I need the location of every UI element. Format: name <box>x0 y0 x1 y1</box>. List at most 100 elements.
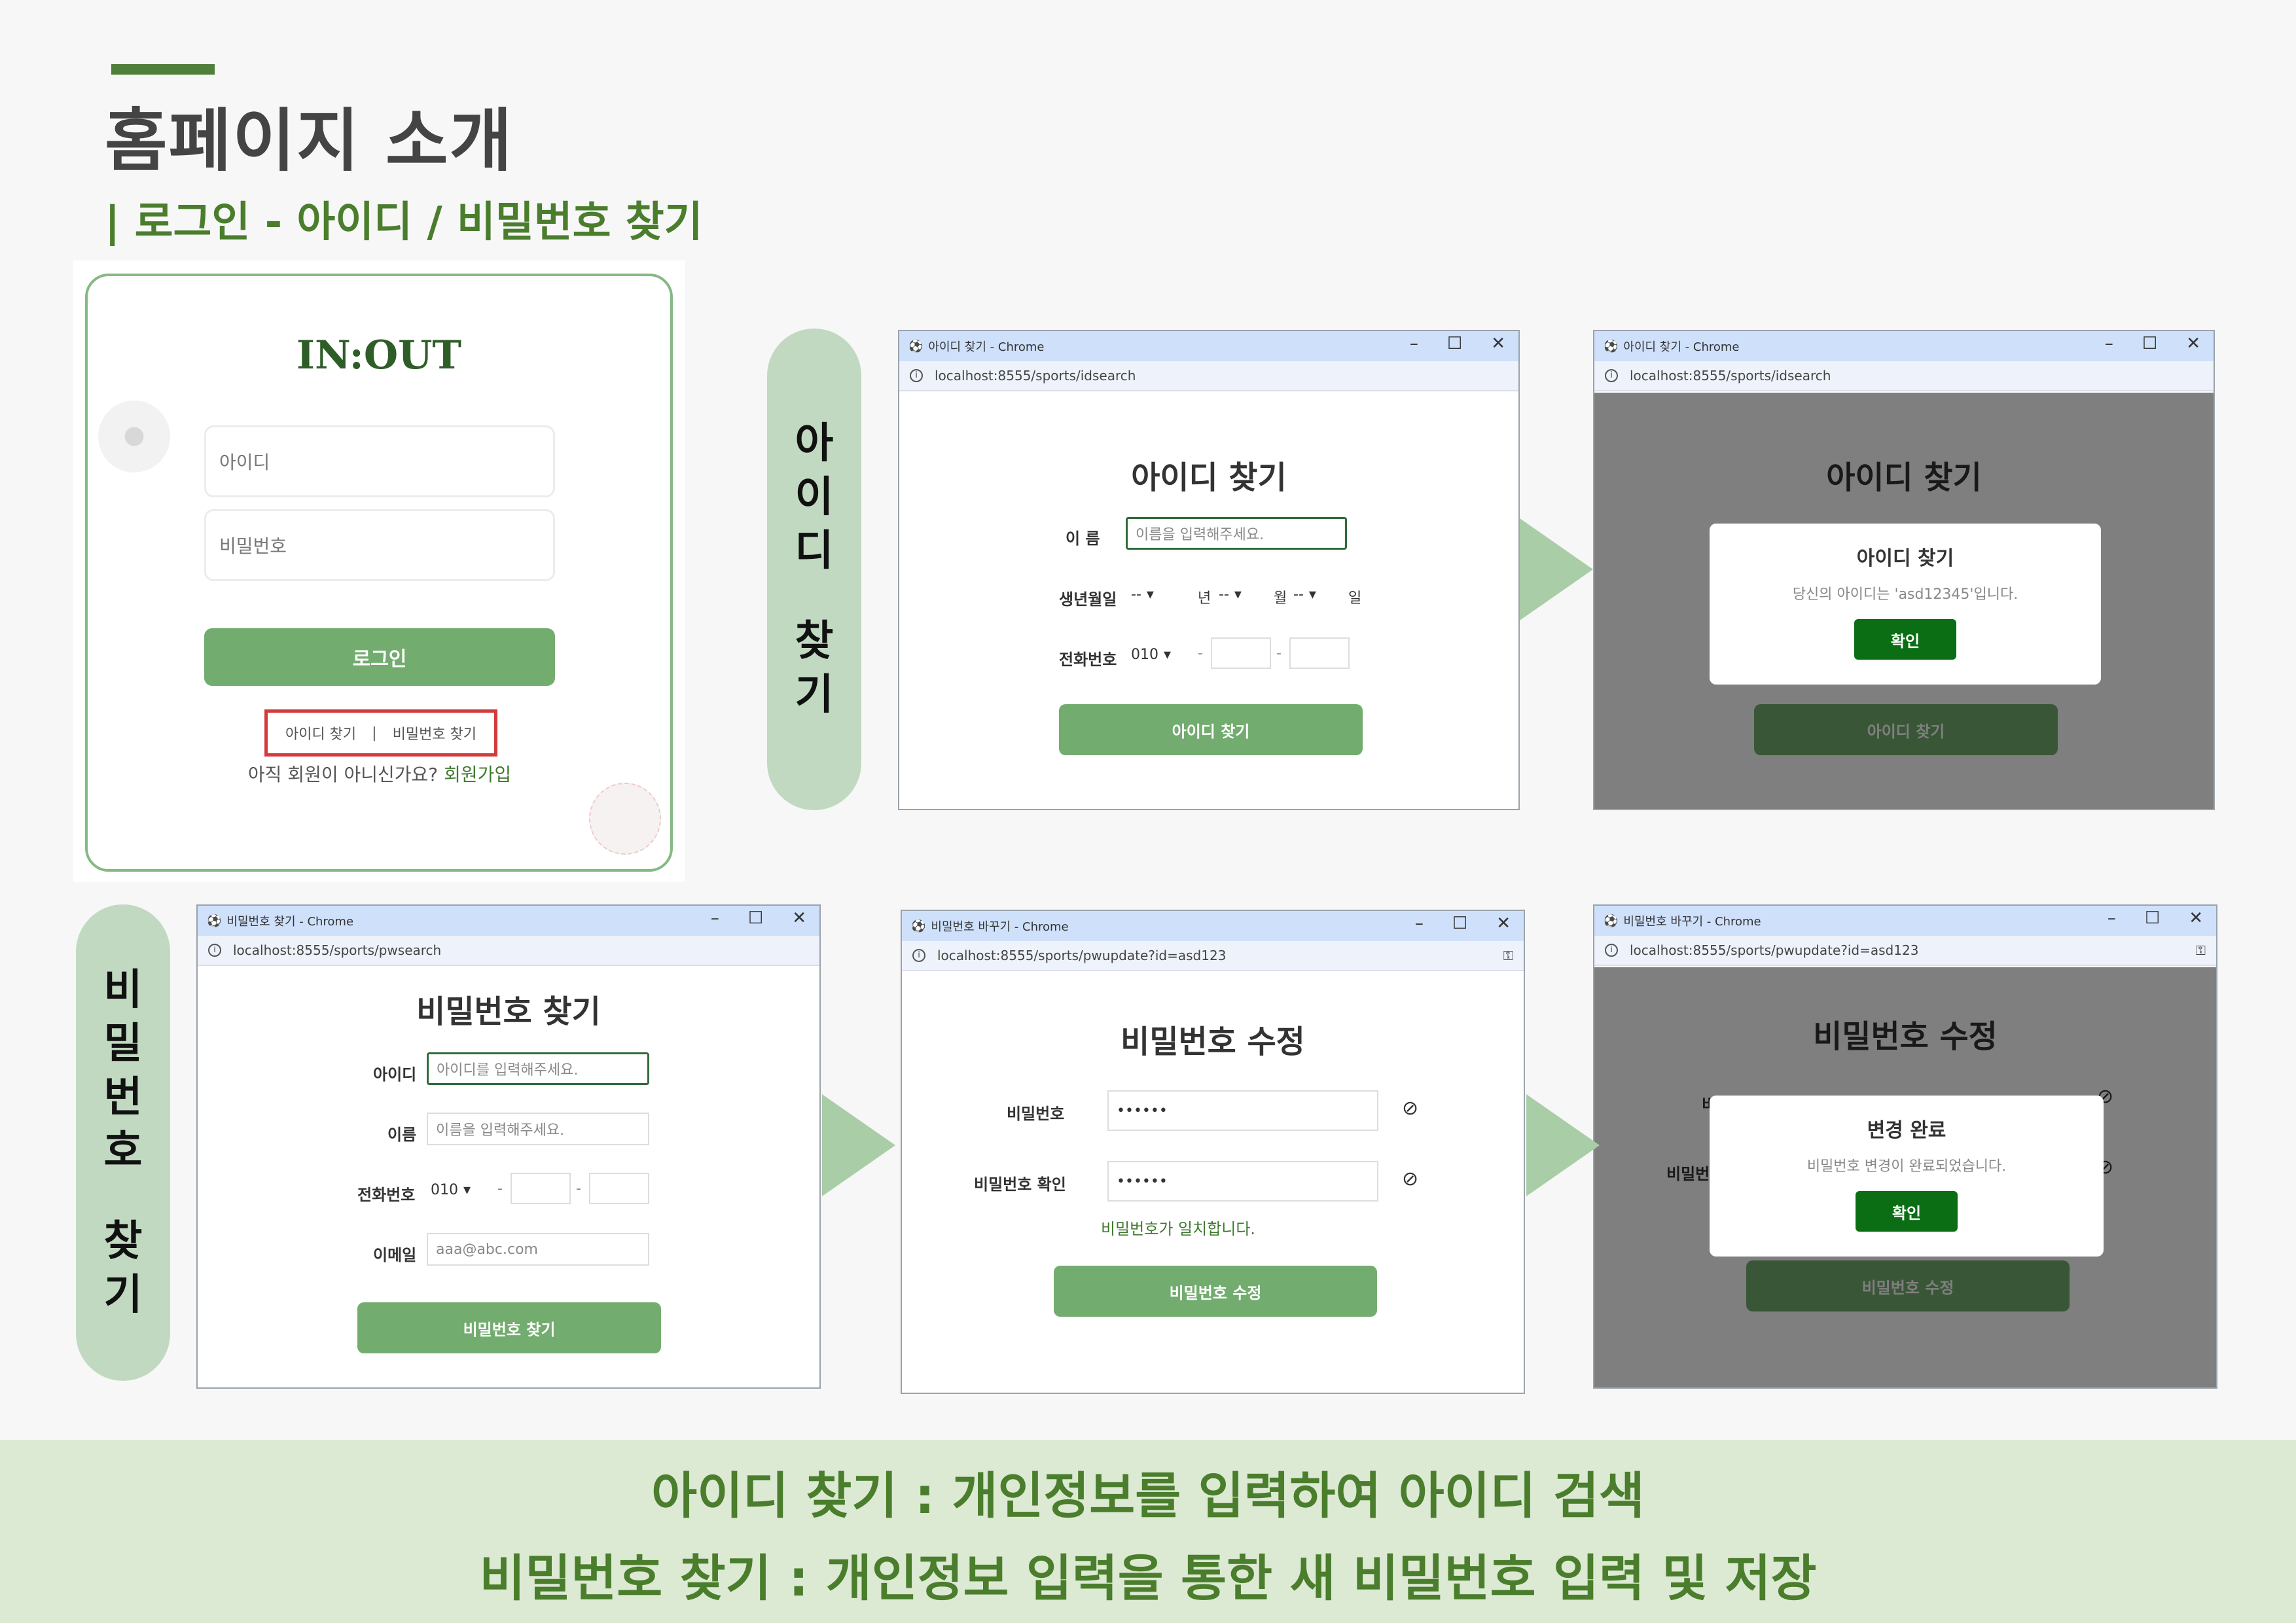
window-titlebar: ⚽ 아이디 찾기 - Chrome – ☐ ✕ <box>1594 331 2214 361</box>
confirm-button[interactable]: 확인 <box>1854 619 1956 660</box>
window-find-id-form: ⚽ 아이디 찾기 - Chrome – ☐ ✕ i localhost:8555/spo… <box>898 330 1520 810</box>
address-bar[interactable]: i localhost:8555/sports/pwupdate?id=asd12… <box>1594 936 2216 966</box>
maximize-icon[interactable]: ☐ <box>2142 334 2157 353</box>
confirm-button[interactable]: 확인 <box>1856 1191 1958 1232</box>
address-bar[interactable]: i localhost:8555/sports/idsearch <box>1594 361 2214 391</box>
pill-char: 기 <box>795 671 834 719</box>
find-pw-link[interactable]: 비밀번호 찾기 <box>393 722 476 743</box>
phone-label: 전화번호 <box>357 1186 416 1204</box>
id-label: 아이디 <box>373 1065 417 1084</box>
find-pw-button[interactable]: 비밀번호 찾기 <box>357 1302 661 1353</box>
address-bar[interactable]: i localhost:8555/sports/idsearch <box>899 361 1518 391</box>
close-icon[interactable]: ✕ <box>2189 908 2203 928</box>
result-modal: 아이디 찾기 당신의 아이디는 'asd12345'입니다. 확인 <box>1710 524 2101 685</box>
flow-arrow-icon <box>1520 518 1593 620</box>
window-title: 비밀번호 바꾸기 - Chrome <box>931 920 1069 934</box>
window-title: 비밀번호 바꾸기 - Chrome <box>1623 915 1761 929</box>
minimize-icon[interactable]: – <box>711 908 719 928</box>
login-button[interactable]: 로그인 <box>204 628 555 686</box>
url-text: localhost:8555/sports/pwupdate?id=asd123 <box>937 948 1227 963</box>
window-body: 비밀번호 수정 비밀번호 •••••• ⊘ 비밀번호 확인 •••••• ⊘ 비… <box>902 972 1524 1393</box>
phone-separator: - <box>576 1181 581 1197</box>
minimize-icon[interactable]: – <box>2108 908 2116 928</box>
chrome-app-icon: ⚽ <box>911 919 926 933</box>
pill-char: 밀 <box>103 1020 143 1068</box>
password-input[interactable]: •••••• <box>1107 1090 1378 1131</box>
close-icon[interactable]: ✕ <box>1496 914 1511 933</box>
summary-line-find-id: 아이디 찾기 : 개인정보를 입력하여 아이디 검색 <box>651 1467 1645 1525</box>
link-separator: | <box>372 724 377 741</box>
phone-prefix-select[interactable]: 010 ▾ <box>431 1182 471 1198</box>
birth-day-select[interactable]: -- ▾ <box>1293 586 1316 603</box>
password-key-icon[interactable]: ⚿ <box>2196 942 2206 958</box>
phone-last-input[interactable] <box>1289 637 1350 669</box>
phone-middle-input[interactable] <box>1211 637 1271 669</box>
month-label: 월 <box>1274 590 1287 607</box>
phone-separator: - <box>1276 645 1282 662</box>
pill-char: 기 <box>103 1271 143 1319</box>
maximize-icon[interactable]: ☐ <box>748 908 763 928</box>
dropdown-arrow-icon: ▾ <box>1146 586 1154 603</box>
form-heading: 아이디 찾기 <box>1131 459 1287 496</box>
select-value: 010 <box>1131 647 1158 663</box>
close-icon[interactable]: ✕ <box>1491 334 1505 353</box>
maximize-icon[interactable]: ☐ <box>1447 334 1462 353</box>
minimize-icon[interactable]: – <box>2105 334 2113 353</box>
id-input[interactable]: 아이디를 입력해주세요. <box>427 1052 649 1085</box>
birth-month-select[interactable]: -- ▾ <box>1219 586 1242 603</box>
info-icon: i <box>208 944 221 957</box>
maximize-icon[interactable]: ☐ <box>1452 914 1467 933</box>
title-accent-bar <box>111 64 215 75</box>
close-icon[interactable]: ✕ <box>2186 334 2200 353</box>
minimize-icon[interactable]: – <box>1415 914 1424 933</box>
year-label: 년 <box>1198 590 1211 607</box>
chrome-app-icon: ⚽ <box>207 914 222 928</box>
minimize-icon[interactable]: – <box>1410 334 1418 353</box>
phone-separator: - <box>497 1181 503 1197</box>
hide-password-icon[interactable]: ⊘ <box>1402 1097 1418 1120</box>
url-text: localhost:8555/sports/pwsearch <box>233 942 442 958</box>
phone-separator: - <box>1198 645 1203 662</box>
name-label: 이름 <box>387 1126 417 1144</box>
window-find-pw-form: ⚽ 비밀번호 찾기 - Chrome – ☐ ✕ i localhost:8555/sp… <box>196 904 821 1389</box>
chrome-app-icon: ⚽ <box>1604 914 1619 928</box>
name-input[interactable]: 이름을 입력해주세요. <box>427 1113 649 1145</box>
select-value: -- <box>1131 586 1141 603</box>
hide-password-icon[interactable]: ⊘ <box>1402 1168 1418 1190</box>
password-input[interactable]: 비밀번호 <box>204 509 555 581</box>
phone-middle-input[interactable] <box>511 1173 571 1204</box>
change-pw-button[interactable]: 비밀번호 수정 <box>1054 1266 1377 1317</box>
birth-year-select[interactable]: -- ▾ <box>1131 586 1154 603</box>
address-bar[interactable]: i localhost:8555/sports/pwupdate?id=asd12… <box>902 941 1524 971</box>
modal-message: 당신의 아이디는 'asd12345'입니다. <box>1792 586 2018 603</box>
pill-char: 찾 <box>103 1217 143 1266</box>
summary-footer: 아이디 찾기 : 개인정보를 입력하여 아이디 검색 비밀번호 찾기 : 개인정… <box>0 1440 2296 1623</box>
pill-char: 번 <box>103 1073 143 1122</box>
phone-prefix-select[interactable]: 010 ▾ <box>1131 647 1171 663</box>
password-confirm-input[interactable]: •••••• <box>1107 1161 1378 1202</box>
name-label: 이 름 <box>1066 529 1100 548</box>
password-match-text: 비밀번호가 일치합니다. <box>1101 1220 1256 1238</box>
window-title: 비밀번호 찾기 - Chrome <box>226 915 354 929</box>
modal-title: 변경 완료 <box>1867 1119 1946 1142</box>
email-input[interactable]: aaa@abc.com <box>427 1233 649 1266</box>
url-text: localhost:8555/sports/idsearch <box>1630 368 1831 383</box>
flow-arrow-icon <box>822 1094 895 1196</box>
address-bar[interactable]: i localhost:8555/sports/pwsearch <box>198 936 819 966</box>
find-id-button[interactable]: 아이디 찾기 <box>1059 704 1363 755</box>
window-body: 아이디 찾기 아이디 찾기 아이디 찾기 당신의 아이디는 'asd12345'… <box>1594 393 2214 809</box>
find-id-link[interactable]: 아이디 찾기 <box>285 722 356 743</box>
modal-message: 비밀번호 변경이 완료되었습니다. <box>1806 1158 2007 1175</box>
window-body: 비밀번호 수정 비 비밀번 ⊘ ⊘ 비밀번호 수정 변경 완료 비밀번호 변경이… <box>1594 967 2216 1387</box>
dropdown-arrow-icon: ▾ <box>1234 586 1242 603</box>
password-key-icon[interactable]: ⚿ <box>1503 948 1513 963</box>
phone-last-input[interactable] <box>589 1173 649 1204</box>
name-input[interactable]: 이름을 입력해주세요. <box>1126 517 1347 550</box>
signup-link[interactable]: 회원가입 <box>444 764 511 785</box>
chrome-app-icon: ⚽ <box>908 339 924 353</box>
maximize-icon[interactable]: ☐ <box>2145 908 2160 928</box>
close-icon[interactable]: ✕ <box>792 908 806 928</box>
pill-char: 호 <box>103 1127 143 1175</box>
pill-char: 디 <box>795 527 834 575</box>
id-input[interactable]: 아이디 <box>204 425 555 497</box>
